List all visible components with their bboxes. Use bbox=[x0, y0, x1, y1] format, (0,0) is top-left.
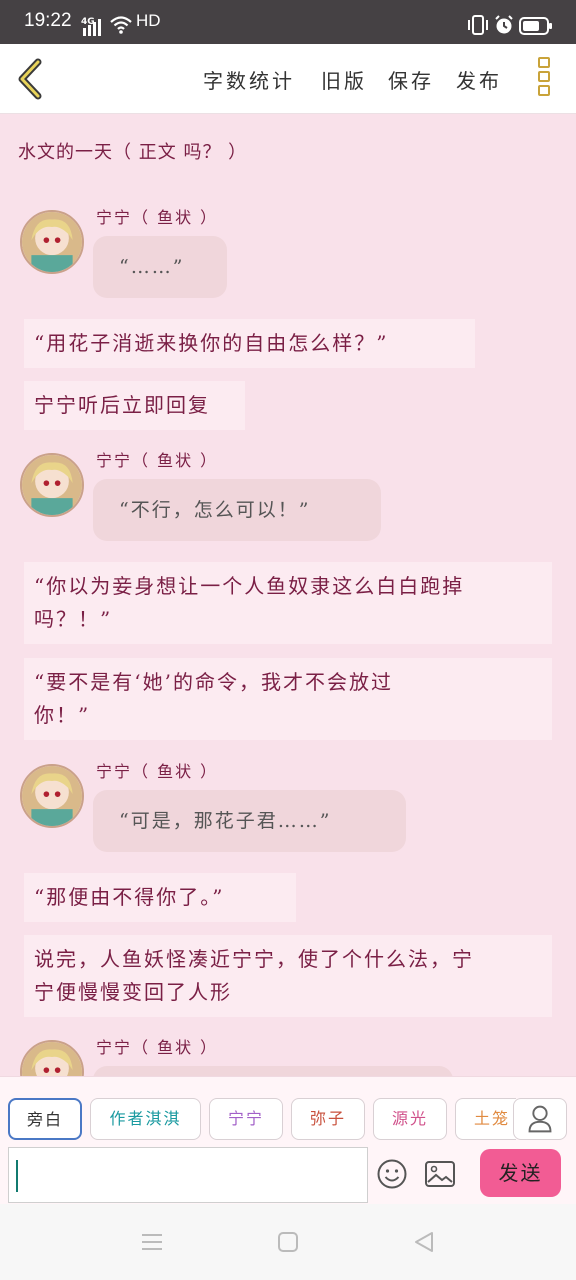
text-caret bbox=[16, 1160, 18, 1192]
character-name: 宁宁（ 鱼状 ） bbox=[96, 762, 219, 781]
person-icon bbox=[528, 1105, 552, 1133]
dialogue-bubble bbox=[93, 1066, 453, 1076]
home-nav-icon[interactable] bbox=[276, 1230, 300, 1254]
narration-block[interactable]: 宁宁听后立即回复 bbox=[24, 381, 245, 430]
avatar[interactable] bbox=[20, 764, 84, 828]
avatar[interactable] bbox=[20, 1040, 84, 1076]
composer-panel: 旁白 作者淇淇 宁宁 弥子 源光 土笼 发送 bbox=[0, 1076, 576, 1204]
status-bar: 19:22 4G HD bbox=[0, 0, 576, 44]
image-icon[interactable] bbox=[424, 1160, 456, 1188]
narration-block[interactable]: “你以为妾身想让一个人鱼奴隶这么白白跑掉 吗？！” bbox=[24, 562, 552, 644]
narration-line: “要不是有‘她’的命令，我才不会放过 bbox=[34, 670, 393, 694]
character-name: 宁宁（ 鱼状 ） bbox=[96, 208, 219, 227]
narration-block[interactable]: 说完，人鱼妖怪凑近宁宁，使了个什么法，宁 宁便慢慢变回了人形 bbox=[24, 935, 552, 1017]
role-selector: 旁白 作者淇淇 宁宁 弥子 源光 土笼 bbox=[0, 1097, 516, 1141]
narration-block[interactable]: “用花子消逝来换你的自由怎么样？” bbox=[24, 319, 475, 368]
character-name: 宁宁（ 鱼状 ） bbox=[96, 451, 219, 470]
hd-label: HD bbox=[136, 11, 161, 30]
save-button[interactable]: 保存 bbox=[388, 65, 434, 94]
alarm-icon bbox=[495, 15, 513, 34]
role-chip-nene[interactable]: 宁宁 bbox=[209, 1098, 283, 1140]
status-time: 19:22 bbox=[24, 10, 72, 31]
role-chip-minamoto[interactable]: 源光 bbox=[373, 1098, 447, 1140]
emoji-icon[interactable] bbox=[376, 1158, 408, 1190]
signal-icon bbox=[83, 19, 101, 36]
narration-line: 宁便慢慢变回了人形 bbox=[34, 980, 232, 1004]
role-chip-narrator[interactable]: 旁白 bbox=[8, 1098, 82, 1140]
narration-line: “你以为妾身想让一个人鱼奴隶这么白白跑掉 bbox=[34, 574, 465, 598]
dialogue-bubble: “不行，怎么可以！” bbox=[93, 479, 381, 541]
message-input[interactable] bbox=[9, 1148, 367, 1202]
menu-nav-icon[interactable] bbox=[140, 1230, 164, 1254]
role-chip-tsuchigomori[interactable]: 土笼 bbox=[455, 1098, 516, 1140]
narration-line: 吗？！” bbox=[34, 607, 113, 631]
avatar[interactable] bbox=[20, 210, 84, 274]
dialogue-bubble: “可是，那花子君……” bbox=[93, 790, 406, 852]
more-menu-icon[interactable] bbox=[535, 57, 553, 103]
narration-block[interactable]: “要不是有‘她’的命令，我才不会放过 你！” bbox=[24, 658, 552, 740]
narration-block[interactable]: “那便由不得你了。” bbox=[24, 873, 296, 922]
story-title: 水文的一天（ 正文 吗？ ） bbox=[18, 142, 248, 163]
editor-header: 字数统计 旧版 保存 发布 bbox=[0, 44, 576, 114]
vibrate-icon bbox=[468, 15, 488, 35]
role-chip-mitsuko[interactable]: 弥子 bbox=[291, 1098, 365, 1140]
word-count-button[interactable]: 字数统计 bbox=[203, 65, 295, 94]
story-content[interactable]: 水文的一天（ 正文 吗？ ） 宁宁（ 鱼状 ） “……” “用花子消逝来换你的自… bbox=[0, 114, 576, 1076]
character-name: 宁宁（ 鱼状 ） bbox=[96, 1038, 219, 1057]
back-nav-icon[interactable] bbox=[412, 1230, 436, 1254]
character-manager-button[interactable] bbox=[513, 1098, 567, 1140]
battery-icon bbox=[519, 17, 552, 35]
narration-line: 你！” bbox=[34, 703, 91, 727]
system-nav-bar bbox=[0, 1204, 576, 1280]
old-version-button[interactable]: 旧版 bbox=[321, 65, 367, 94]
narration-line: 说完，人鱼妖怪凑近宁宁，使了个什么法，宁 bbox=[34, 947, 474, 971]
publish-button[interactable]: 发布 bbox=[456, 65, 502, 94]
wifi-icon bbox=[110, 16, 132, 34]
back-arrow-icon[interactable] bbox=[14, 58, 46, 100]
role-chip-author[interactable]: 作者淇淇 bbox=[90, 1098, 201, 1140]
message-input-field[interactable] bbox=[8, 1147, 368, 1203]
send-button[interactable]: 发送 bbox=[480, 1149, 561, 1197]
dialogue-bubble: “……” bbox=[93, 236, 227, 298]
avatar[interactable] bbox=[20, 453, 84, 517]
